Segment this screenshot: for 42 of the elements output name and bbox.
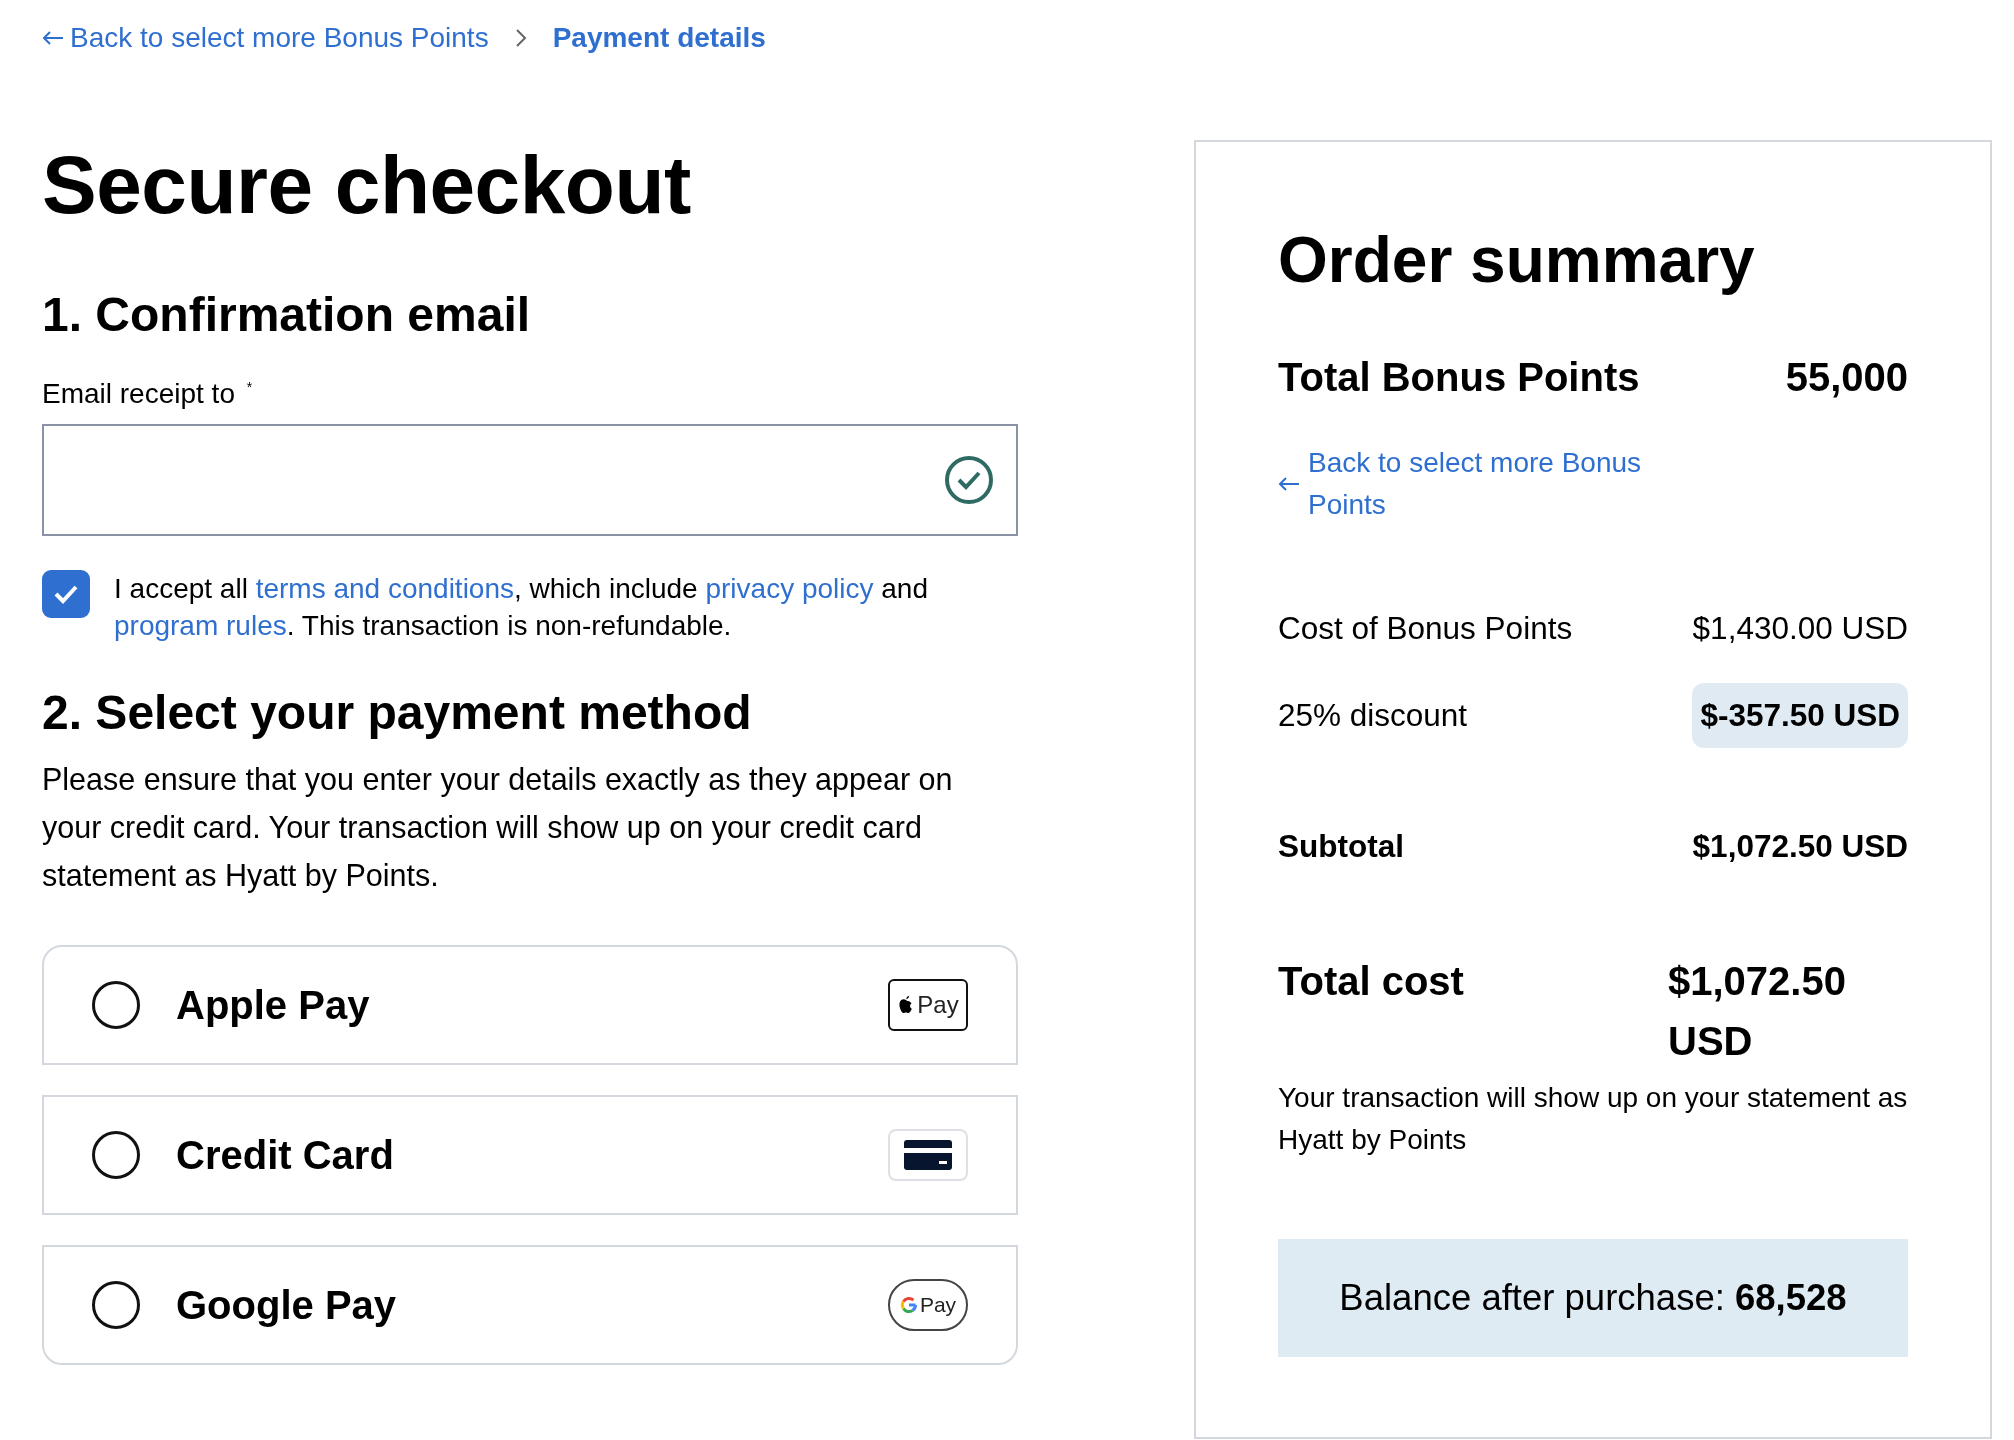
google-pay-logo: Pay — [888, 1279, 968, 1332]
total-points-value: 55,000 — [1785, 354, 1908, 400]
summary-note: Your transaction will show up on your statement as Hyatt by Points — [1278, 1080, 1908, 1157]
total-cost-value: $1,072.50 USD — [1668, 957, 1847, 1065]
arrow-left-icon — [42, 30, 64, 46]
summary-label: 25% discount — [1278, 696, 1468, 734]
apple-pay-logo: Pay — [888, 979, 968, 1032]
total-points-label: Total Bonus Points — [1278, 354, 1640, 400]
field-label: Email receipt to $^{*}$ — [42, 377, 254, 410]
summary-value: $1,072.50 USD — [1692, 827, 1908, 865]
consent-text: I accept all terms and conditions, which include privacy policy and program rules. This transaction is non-refundable. — [114, 571, 929, 643]
payment-option-label: Apple Pay — [176, 982, 371, 1028]
back-link[interactable]: Back to select more Bonus Points — [42, 22, 489, 54]
payment-option-label: Credit Card — [176, 1132, 395, 1178]
terms-link[interactable]: program rules — [114, 609, 287, 641]
terms-link[interactable]: terms and conditions — [255, 572, 514, 604]
section-heading: 1. Confirmation email — [42, 287, 532, 344]
summary-label: Subtotal — [1278, 827, 1404, 865]
radio-button[interactable] — [92, 981, 140, 1030]
discount-badge: $-357.50 USD — [1692, 682, 1908, 748]
payment-option[interactable]: Google Pay Pay — [42, 1245, 1018, 1366]
summary-value: $1,430.00 USD — [1692, 609, 1908, 647]
consent-checkbox[interactable] — [42, 569, 90, 618]
arrow-left-icon — [1278, 475, 1300, 492]
summary-title: Order summary — [1278, 223, 1756, 298]
payment-option-label: Google Pay — [176, 1282, 398, 1328]
checkmark-icon — [53, 583, 79, 604]
radio-button[interactable] — [92, 1131, 140, 1180]
payment-note: Please ensure that you enter your details exactly as they appear on your credit card. Your transaction will show up on your credit card statement as Hyatt by Points. — [42, 761, 954, 895]
page-title: Secure checkout — [42, 140, 692, 231]
chevron-right-icon — [514, 28, 527, 48]
terms-link[interactable]: privacy policy — [705, 572, 874, 604]
summary-label: Cost of Bonus Points — [1278, 609, 1573, 647]
section-heading: 2. Select your payment method — [42, 684, 753, 741]
total-cost-label: Total cost — [1278, 957, 1465, 1005]
radio-button[interactable] — [92, 1281, 140, 1330]
back-link[interactable]: Back to select more Bonus Points — [1278, 441, 1908, 526]
payment-option[interactable]: Apple Pay Pay — [42, 945, 1018, 1066]
email-field[interactable] — [42, 423, 1018, 536]
current-page-link[interactable]: Payment details — [552, 22, 766, 54]
payment-option[interactable]: Credit Card — [42, 1095, 1018, 1216]
balance-text: Balance after purchase: 68,528 — [1339, 1276, 1847, 1319]
